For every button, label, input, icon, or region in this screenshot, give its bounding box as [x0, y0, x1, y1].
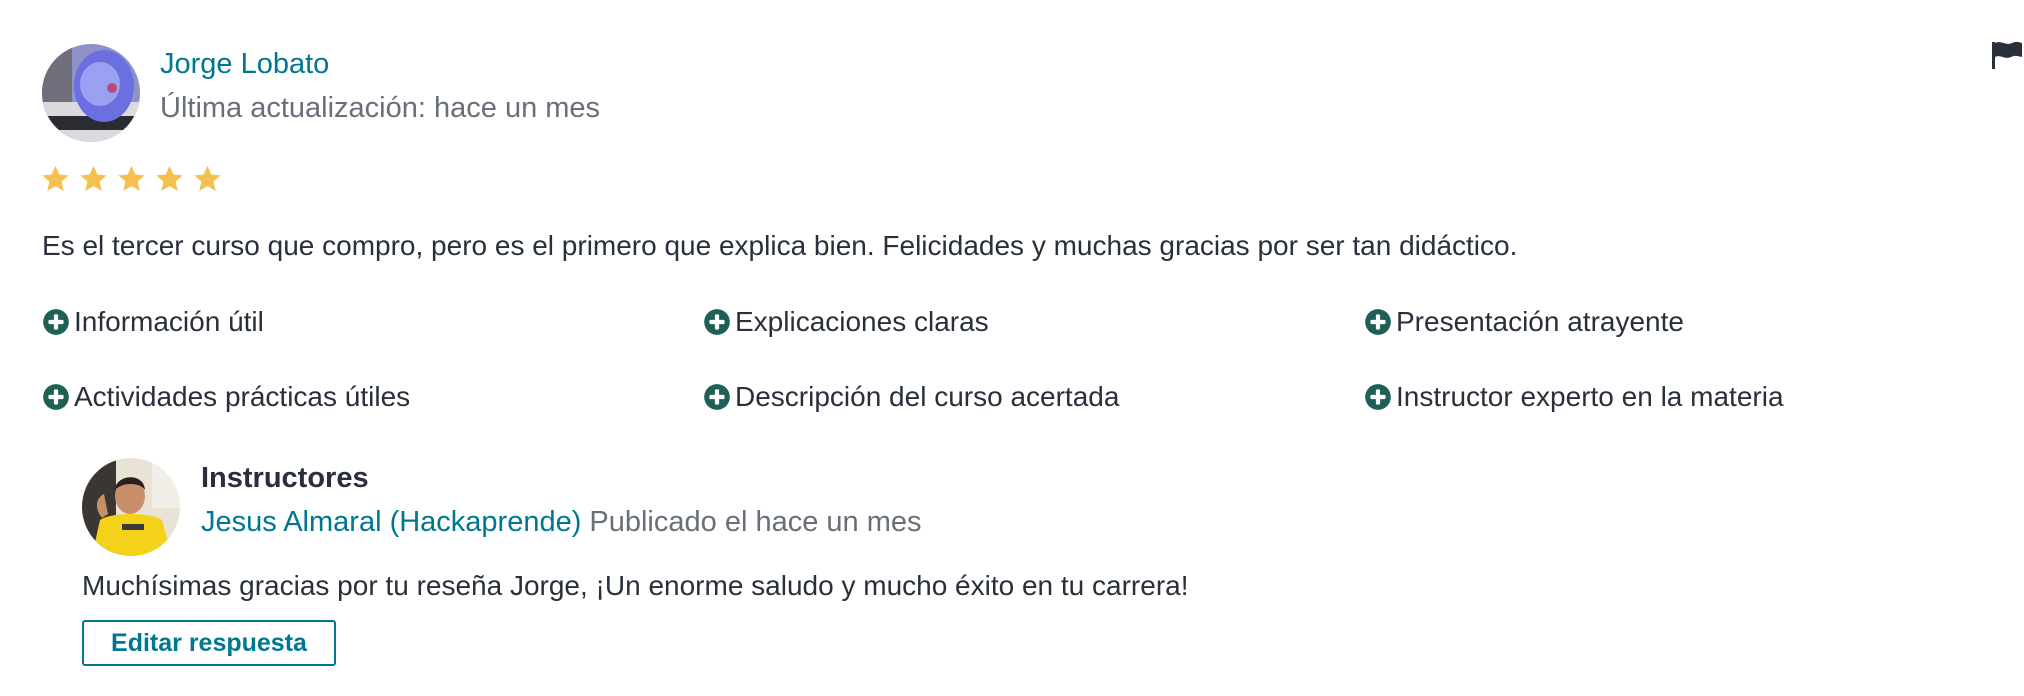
- plus-circle-icon: [704, 309, 730, 335]
- tag-item: Actividades prácticas útiles: [42, 381, 410, 413]
- tag-item: Información útil: [42, 306, 264, 338]
- star-icon: [194, 165, 221, 191]
- instructor-line: Jesus Almaral (Hackaprende) Publicado el …: [201, 506, 922, 539]
- last-updated-text: Última actualización: hace un mes: [160, 92, 601, 124]
- tag-item: Presentación atrayente: [1364, 306, 1684, 338]
- tag-label: Información útil: [74, 306, 264, 337]
- reviewer-avatar: [42, 44, 140, 142]
- plus-circle-icon: [43, 384, 69, 410]
- plus-circle-icon: [43, 309, 69, 335]
- star-icon: [156, 165, 183, 191]
- star-icon: [80, 165, 107, 191]
- review-card: Jorge Lobato Última actualización: hace …: [0, 0, 2024, 696]
- plus-circle-icon: [1365, 309, 1391, 335]
- instructor-reply-text: Muchísimas gracias por tu reseña Jorge, …: [82, 570, 1189, 601]
- star-icon: [42, 165, 69, 191]
- edit-response-button[interactable]: Editar respuesta: [82, 620, 336, 666]
- instructor-name-link[interactable]: Jesus Almaral (Hackaprende): [201, 506, 581, 538]
- tag-label: Instructor experto en la materia: [1396, 381, 1784, 412]
- tag-item: Explicaciones claras: [703, 306, 989, 338]
- star-icon: [118, 165, 145, 191]
- review-comment: Es el tercer curso que compro, pero es e…: [42, 230, 1518, 261]
- star-rating: [40, 164, 223, 198]
- tag-item: Descripción del curso acertada: [703, 381, 1119, 413]
- instructors-heading: Instructores: [201, 462, 369, 494]
- plus-circle-icon: [704, 384, 730, 410]
- flag-icon[interactable]: [1990, 40, 2024, 75]
- plus-circle-icon: [1365, 384, 1391, 410]
- published-date: Publicado el hace un mes: [589, 506, 922, 538]
- tag-label: Explicaciones claras: [735, 306, 989, 337]
- instructor-avatar: [82, 458, 180, 556]
- tag-label: Actividades prácticas útiles: [74, 381, 411, 412]
- tag-item: Instructor experto en la materia: [1364, 381, 1784, 413]
- tag-label: Presentación atrayente: [1396, 306, 1684, 337]
- tag-label: Descripción del curso acertada: [735, 381, 1120, 412]
- reviewer-name-link[interactable]: Jorge Lobato: [160, 48, 329, 81]
